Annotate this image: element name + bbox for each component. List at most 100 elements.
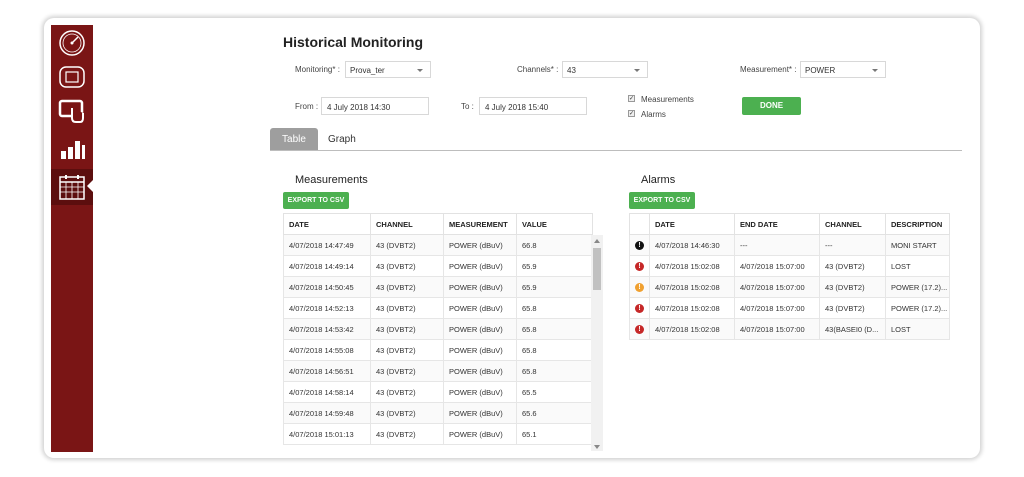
- table-cell: 43 (DVBT2): [370, 360, 444, 382]
- scrollbar-thumb[interactable]: [593, 248, 601, 290]
- chevron-down-icon: [872, 69, 878, 72]
- table-cell: 66.8: [516, 234, 593, 256]
- column-header[interactable]: END DATE: [734, 213, 820, 235]
- table-row[interactable]: ! 4/07/2018 15:02:08 4/07/2018 15:07:00 43 …: [629, 255, 950, 277]
- channels-select[interactable]: 43: [562, 61, 648, 78]
- table-row[interactable]: 4/07/2018 14:58:14 43 (DVBT2) POWER (dBuV)…: [283, 381, 593, 403]
- touch-screen-icon: [58, 99, 84, 123]
- table-row[interactable]: ! 4/07/2018 15:02:08 4/07/2018 15:07:00 43 …: [629, 297, 950, 319]
- table-cell: 65.9: [516, 276, 593, 298]
- alarms-checkbox[interactable]: ✓: [628, 110, 635, 117]
- page-title: Historical Monitoring: [283, 34, 423, 50]
- tab-graph[interactable]: Graph: [318, 128, 366, 151]
- measurement-select[interactable]: POWER: [800, 61, 886, 78]
- scroll-up-icon[interactable]: [594, 239, 600, 243]
- table-cell: 65.1: [516, 423, 593, 445]
- table-cell: 43 (DVBT2): [370, 381, 444, 403]
- table-cell: 43 (DVBT2): [819, 255, 886, 277]
- table-row[interactable]: 4/07/2018 14:49:14 43 (DVBT2) POWER (dBuV)…: [283, 255, 593, 277]
- table-row[interactable]: 4/07/2018 14:53:42 43 (DVBT2) POWER (dBuV)…: [283, 318, 593, 340]
- severity-cell: !: [629, 318, 650, 340]
- column-header[interactable]: CHANNEL: [819, 213, 886, 235]
- alert-info-icon: !: [635, 241, 644, 250]
- monitoring-value: Prova_ter: [350, 66, 385, 75]
- table-row[interactable]: ! 4/07/2018 14:46:30 --- --- MONI START: [629, 234, 950, 256]
- table-row[interactable]: 4/07/2018 14:59:48 43 (DVBT2) POWER (dBuV)…: [283, 402, 593, 424]
- column-header[interactable]: DATE: [649, 213, 735, 235]
- measurements-checkbox[interactable]: ✓: [628, 95, 635, 102]
- severity-cell: !: [629, 276, 650, 298]
- table-cell: POWER (dBuV): [443, 234, 517, 256]
- table-cell: 65.8: [516, 318, 593, 340]
- from-date-input[interactable]: 4 July 2018 14:30: [321, 97, 429, 115]
- table-row[interactable]: 4/07/2018 14:52:13 43 (DVBT2) POWER (dBuV)…: [283, 297, 593, 319]
- table-cell: POWER (dBuV): [443, 381, 517, 403]
- alert-error-icon: !: [635, 262, 644, 271]
- table-cell: 43 (DVBT2): [370, 318, 444, 340]
- table-cell: 4/07/2018 15:07:00: [734, 276, 820, 298]
- sidebar-item-historical[interactable]: [51, 169, 93, 205]
- table-cell: 4/07/2018 14:58:14: [283, 381, 371, 403]
- table-cell: ---: [734, 234, 820, 256]
- table-cell: 43 (DVBT2): [370, 423, 444, 445]
- from-label: From :: [295, 102, 319, 111]
- table-row[interactable]: ! 4/07/2018 15:02:08 4/07/2018 15:07:00 43(…: [629, 318, 950, 340]
- table-cell: POWER (dBuV): [443, 402, 517, 424]
- table-cell: MONI START: [885, 234, 950, 256]
- table-cell: 43 (DVBT2): [370, 234, 444, 256]
- table-cell: 4/07/2018 15:02:08: [649, 297, 735, 319]
- table-row[interactable]: 4/07/2018 14:50:45 43 (DVBT2) POWER (dBuV)…: [283, 276, 593, 298]
- column-header[interactable]: VALUE: [516, 213, 593, 235]
- tab-divider: [270, 150, 962, 151]
- table-row[interactable]: ! 4/07/2018 15:02:08 4/07/2018 15:07:00 43 …: [629, 276, 950, 298]
- table-cell: ---: [819, 234, 886, 256]
- table-cell: 4/07/2018 15:02:08: [649, 276, 735, 298]
- table-cell: 65.5: [516, 381, 593, 403]
- table-cell: POWER (17.2)...: [885, 297, 950, 319]
- table-cell: 43(BASEI0 (D...: [819, 318, 886, 340]
- export-alarms-button[interactable]: EXPORT TO CSV: [629, 192, 695, 209]
- table-row[interactable]: 4/07/2018 14:56:51 43 (DVBT2) POWER (dBuV)…: [283, 360, 593, 382]
- scroll-down-icon[interactable]: [594, 445, 600, 449]
- chevron-down-icon: [417, 69, 423, 72]
- monitoring-select[interactable]: Prova_ter: [345, 61, 431, 78]
- sidebar-item-monitor[interactable]: [51, 59, 93, 95]
- table-cell: 4/07/2018 15:02:08: [649, 255, 735, 277]
- table-cell: 4/07/2018 15:01:13: [283, 423, 371, 445]
- table-cell: 43 (DVBT2): [819, 297, 886, 319]
- sidebar-item-statistics[interactable]: [51, 131, 93, 167]
- table-cell: 65.8: [516, 297, 593, 319]
- to-date-input[interactable]: 4 July 2018 15:40: [479, 97, 587, 115]
- column-header[interactable]: DATE: [283, 213, 371, 235]
- table-header-row: DATE END DATE CHANNEL DESCRIPTION: [629, 213, 950, 235]
- table-cell: 65.8: [516, 360, 593, 382]
- severity-cell: !: [629, 297, 650, 319]
- column-header[interactable]: DESCRIPTION: [885, 213, 950, 235]
- column-header[interactable]: CHANNEL: [370, 213, 444, 235]
- sidebar-item-touch-screen[interactable]: [51, 93, 93, 129]
- active-indicator: [87, 180, 93, 192]
- table-cell: 4/07/2018 15:07:00: [734, 318, 820, 340]
- alarms-table: DATE END DATE CHANNEL DESCRIPTION ! 4/07/…: [629, 213, 950, 340]
- to-label: To :: [461, 102, 474, 111]
- measurements-title: Measurements: [295, 174, 368, 186]
- table-cell: POWER (dBuV): [443, 255, 517, 277]
- table-row[interactable]: 4/07/2018 14:55:08 43 (DVBT2) POWER (dBuV)…: [283, 339, 593, 361]
- tab-table[interactable]: Table: [270, 128, 318, 151]
- column-header[interactable]: MEASUREMENT: [443, 213, 517, 235]
- monitoring-label: Monitoring* :: [295, 65, 340, 74]
- measurements-scrollbar[interactable]: [591, 235, 603, 451]
- sidebar-item-gauge[interactable]: [51, 25, 93, 61]
- table-cell: 43 (DVBT2): [370, 255, 444, 277]
- monitor-icon: [59, 66, 85, 88]
- table-cell: 4/07/2018 14:52:13: [283, 297, 371, 319]
- done-button[interactable]: DONE: [742, 97, 801, 115]
- table-cell: POWER (dBuV): [443, 339, 517, 361]
- export-measurements-button[interactable]: EXPORT TO CSV: [283, 192, 349, 209]
- table-row[interactable]: 4/07/2018 15:01:13 43 (DVBT2) POWER (dBuV)…: [283, 423, 593, 445]
- table-row[interactable]: 4/07/2018 14:47:49 43 (DVBT2) POWER (dBuV)…: [283, 234, 593, 256]
- table-cell: 4/07/2018 15:02:08: [649, 318, 735, 340]
- table-cell: 4/07/2018 14:46:30: [649, 234, 735, 256]
- gauge-icon: [59, 30, 85, 56]
- bar-chart-icon: [61, 141, 85, 159]
